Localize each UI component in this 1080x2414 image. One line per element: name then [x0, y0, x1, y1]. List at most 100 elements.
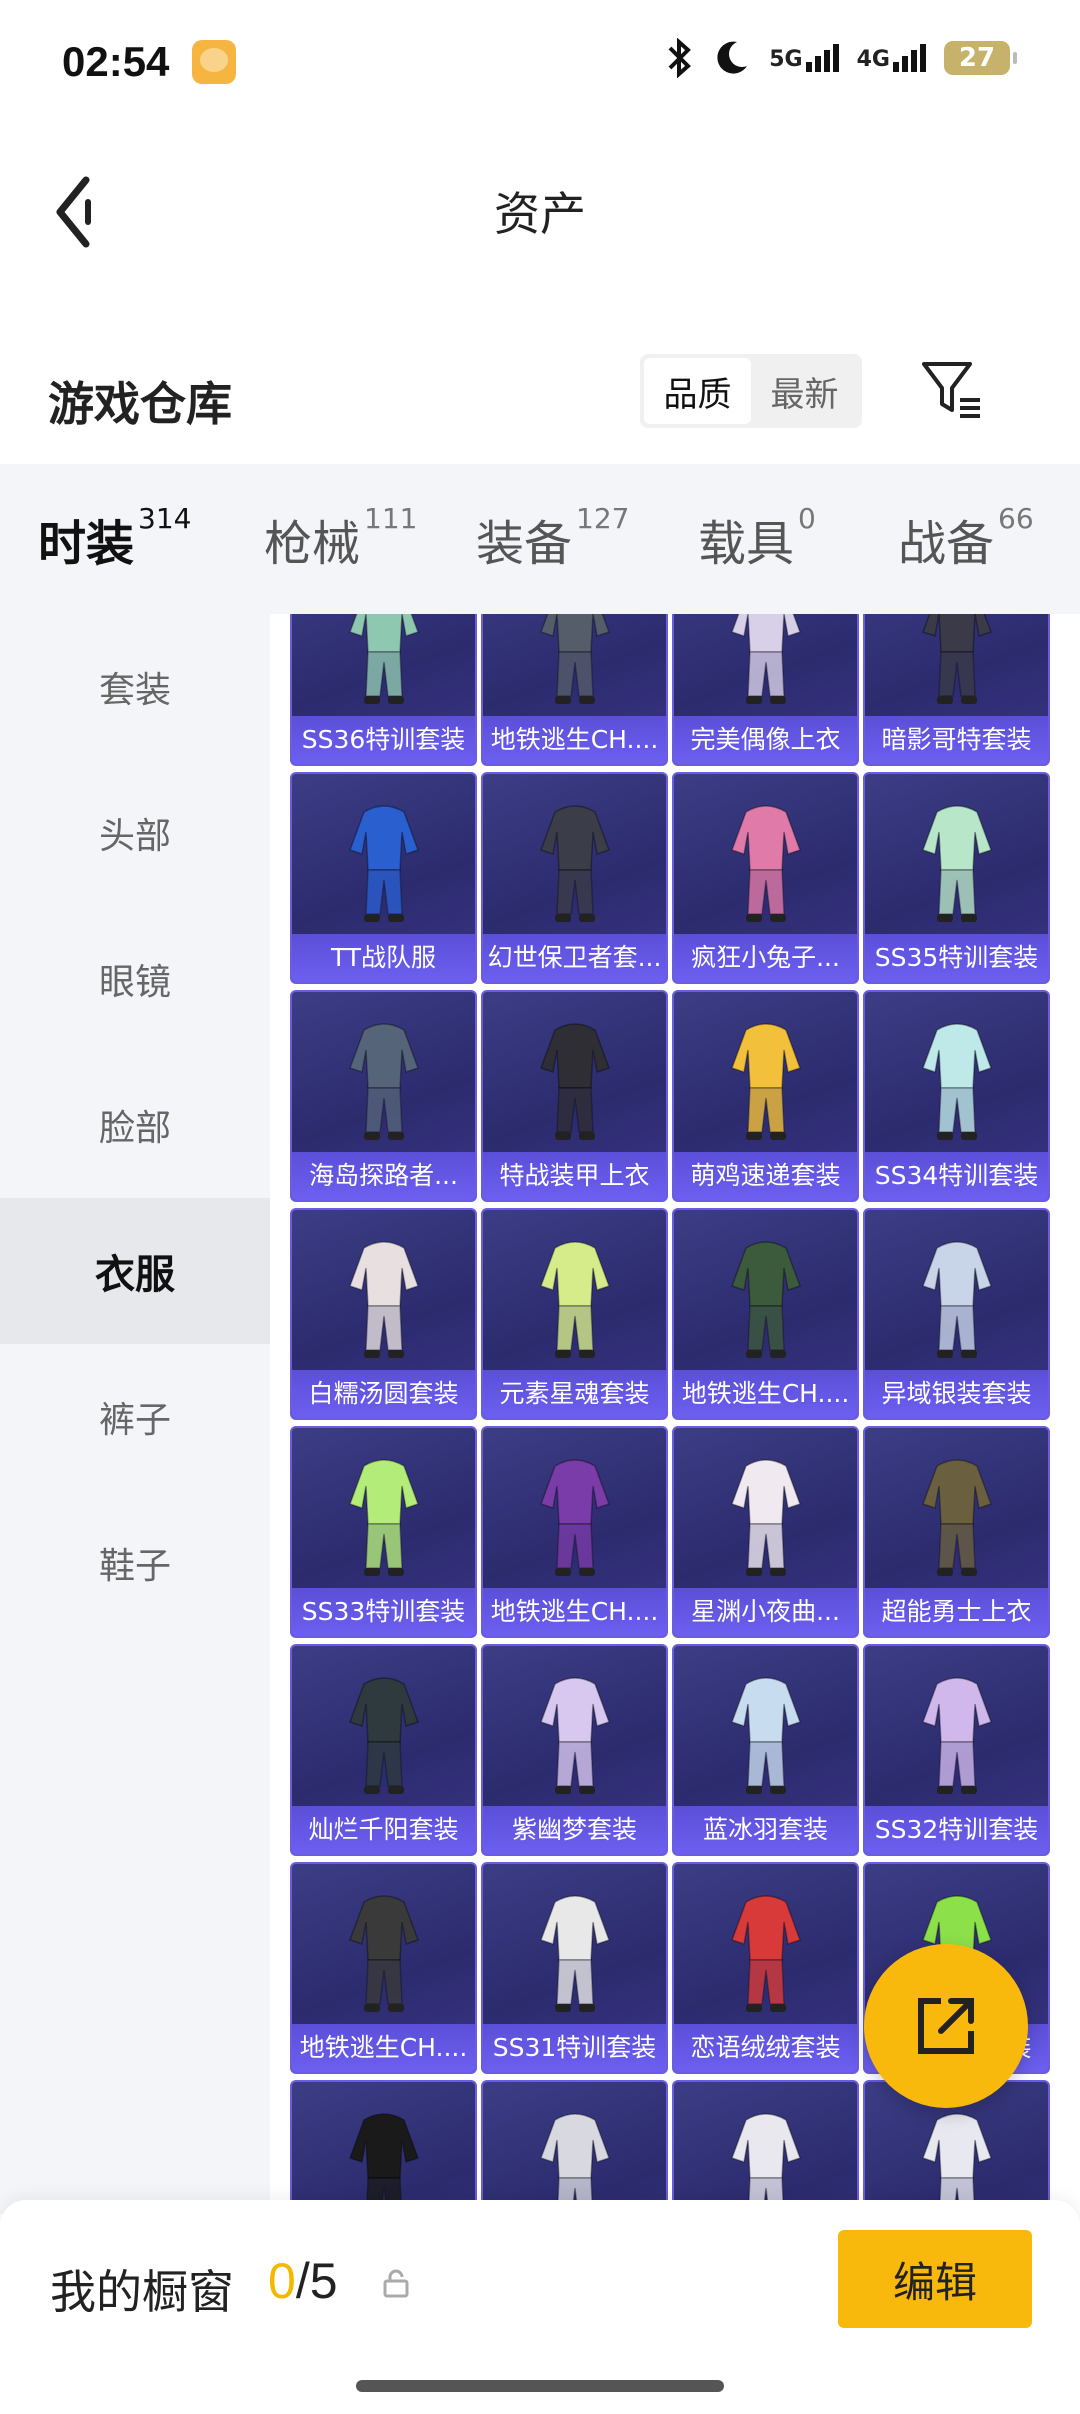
- item-card[interactable]: 地铁逃生CH....: [481, 1426, 668, 1638]
- outfit-thumbnail: [348, 614, 419, 704]
- sidebar-item-head[interactable]: 头部: [0, 760, 270, 906]
- tab-count: 127: [576, 502, 630, 535]
- sort-quality-button[interactable]: 品质: [644, 358, 751, 424]
- item-card[interactable]: TT战队服: [290, 772, 477, 984]
- item-name: 地铁逃生CH....: [483, 1588, 666, 1636]
- item-card[interactable]: 紫幽梦套装: [481, 1644, 668, 1856]
- item-card[interactable]: 疯狂小兔子...: [672, 772, 859, 984]
- item-name: 白糯汤圆套装: [292, 1370, 475, 1418]
- item-name: 蓝冰羽套装: [674, 1806, 857, 1854]
- outfit-thumbnail: [921, 805, 992, 922]
- item-card[interactable]: 黑色伏地魔...: [290, 2080, 477, 2204]
- item-card[interactable]: 燕燕于飞套装: [481, 2080, 668, 2204]
- item-card[interactable]: 异域银装套装: [863, 1208, 1050, 1420]
- tab-label: 时装: [38, 516, 135, 572]
- item-card[interactable]: 恋语绒绒套装: [672, 1862, 859, 2074]
- item-name: SS33特训套装: [292, 1588, 475, 1636]
- sidebar-item-shoes[interactable]: 鞋子: [0, 1490, 270, 1636]
- tab-equipment[interactable]: 装备 127: [476, 502, 630, 574]
- item-name: 恋语绒绒套装: [674, 2024, 857, 2072]
- sort-newest-button[interactable]: 最新: [751, 358, 858, 424]
- item-name: 疯狂小兔子...: [674, 934, 857, 982]
- item-card[interactable]: 幻世保卫者套...: [481, 772, 668, 984]
- item-card[interactable]: 蓝冰羽套装: [672, 1644, 859, 1856]
- outfit-thumbnail: [348, 1023, 419, 1140]
- battery-icon: 27: [944, 41, 1017, 75]
- item-card[interactable]: 星渊小夜曲...: [672, 1426, 859, 1638]
- category-tabs: 时装 314 枪械 111 装备 127 载具 0 战备 66: [0, 464, 1080, 624]
- showcase-count-sep: /: [295, 2253, 310, 2309]
- sidebar-item-outfit[interactable]: 套装: [0, 614, 270, 760]
- outfit-thumbnail: [539, 1459, 610, 1576]
- outfit-thumbnail: [921, 2113, 992, 2204]
- section-header: 游戏仓库 品质 最新: [0, 340, 1080, 460]
- sidebar-item-pants[interactable]: 裤子: [0, 1344, 270, 1490]
- tab-guns[interactable]: 枪械 111: [264, 502, 418, 574]
- share-button[interactable]: [864, 1944, 1028, 2108]
- item-name: 地铁逃生CH....: [483, 716, 666, 764]
- item-name: 海岛探路者...: [292, 1152, 475, 1200]
- tab-supplies[interactable]: 战备 66: [898, 502, 1034, 574]
- tab-label: 战备: [898, 516, 995, 572]
- status-icons: 5G 4G 27: [667, 38, 1017, 78]
- item-card[interactable]: SS34特训套装: [863, 990, 1050, 1202]
- network-label: 5G: [769, 47, 803, 72]
- item-name: 元素星魂套装: [483, 1370, 666, 1418]
- outfit-thumbnail: [730, 1023, 801, 1140]
- item-card[interactable]: 白糯汤圆套装: [290, 1208, 477, 1420]
- item-card[interactable]: 元素星魂套装: [481, 1208, 668, 1420]
- home-indicator[interactable]: [356, 2380, 724, 2392]
- section-heading: 游戏仓库: [48, 377, 232, 431]
- item-name: 异域银装套装: [865, 1370, 1048, 1418]
- item-name: SS31特训套装: [483, 2024, 666, 2072]
- item-card[interactable]: 超能勇士上衣: [863, 1426, 1050, 1638]
- status-time: 02:54: [62, 38, 170, 85]
- outfit-thumbnail: [348, 2113, 419, 2204]
- outfit-thumbnail: [921, 1677, 992, 1794]
- outfit-thumbnail: [730, 805, 801, 922]
- item-name: TT战队服: [292, 934, 475, 982]
- item-card[interactable]: 特战装甲上衣: [481, 990, 668, 1202]
- edit-button[interactable]: 编辑: [838, 2230, 1032, 2328]
- sidebar-item-glasses[interactable]: 眼镜: [0, 906, 270, 1052]
- outfit-thumbnail: [348, 1895, 419, 2012]
- outfit-thumbnail: [730, 2113, 801, 2204]
- signal-5g-icon: 5G: [769, 44, 839, 72]
- outfit-thumbnail: [539, 1895, 610, 2012]
- item-card[interactable]: SS33特训套装: [290, 1426, 477, 1638]
- app-notification-icon: [192, 40, 236, 84]
- tab-vehicles[interactable]: 载具 0: [698, 502, 816, 574]
- outfit-thumbnail: [730, 614, 801, 704]
- item-card[interactable]: 海岛探路者...: [290, 990, 477, 1202]
- outfit-thumbnail: [730, 1459, 801, 1576]
- item-card[interactable]: 完美偶像上衣: [672, 614, 859, 766]
- item-card[interactable]: 银尘角色: [672, 2080, 859, 2204]
- outfit-thumbnail: [730, 1895, 801, 2012]
- outfit-thumbnail: [348, 1241, 419, 1358]
- item-card[interactable]: 地铁逃生CH....: [290, 1862, 477, 2074]
- filter-icon[interactable]: [918, 356, 984, 422]
- item-card[interactable]: SS36特训套装: [290, 614, 477, 766]
- sidebar-item-clothes[interactable]: 衣服: [0, 1198, 270, 1344]
- tab-count: 314: [138, 502, 192, 535]
- tab-count: 111: [364, 502, 418, 535]
- tab-fashion[interactable]: 时装 314: [38, 502, 192, 624]
- item-card[interactable]: 灿烂千阳套装: [290, 1644, 477, 1856]
- item-card[interactable]: 暗影哥特套装: [863, 614, 1050, 766]
- outfit-thumbnail: [539, 614, 610, 704]
- item-card[interactable]: SS31特训套装: [481, 1862, 668, 2074]
- sidebar-item-face[interactable]: 脸部: [0, 1052, 270, 1198]
- item-card[interactable]: 萌鸡速递套装: [672, 990, 859, 1202]
- item-card[interactable]: 地铁逃生CH....: [672, 1208, 859, 1420]
- outfit-thumbnail: [539, 2113, 610, 2204]
- item-card[interactable]: SS32特训套装: [863, 1644, 1050, 1856]
- item-card[interactable]: SS35特训套装: [863, 772, 1050, 984]
- page-title: 资产: [494, 187, 586, 241]
- status-bar: 02:54 5G 4G 27: [0, 0, 1080, 120]
- showcase-count: 0/5: [268, 2252, 338, 2310]
- item-card[interactable]: 地铁逃生CH....: [481, 614, 668, 766]
- subcategory-sidebar: 套装 头部 眼镜 脸部 衣服 裤子 鞋子: [0, 614, 270, 2214]
- lock-icon: [383, 2269, 409, 2298]
- tab-count: 66: [998, 502, 1034, 535]
- item-name: 地铁逃生CH....: [292, 2024, 475, 2072]
